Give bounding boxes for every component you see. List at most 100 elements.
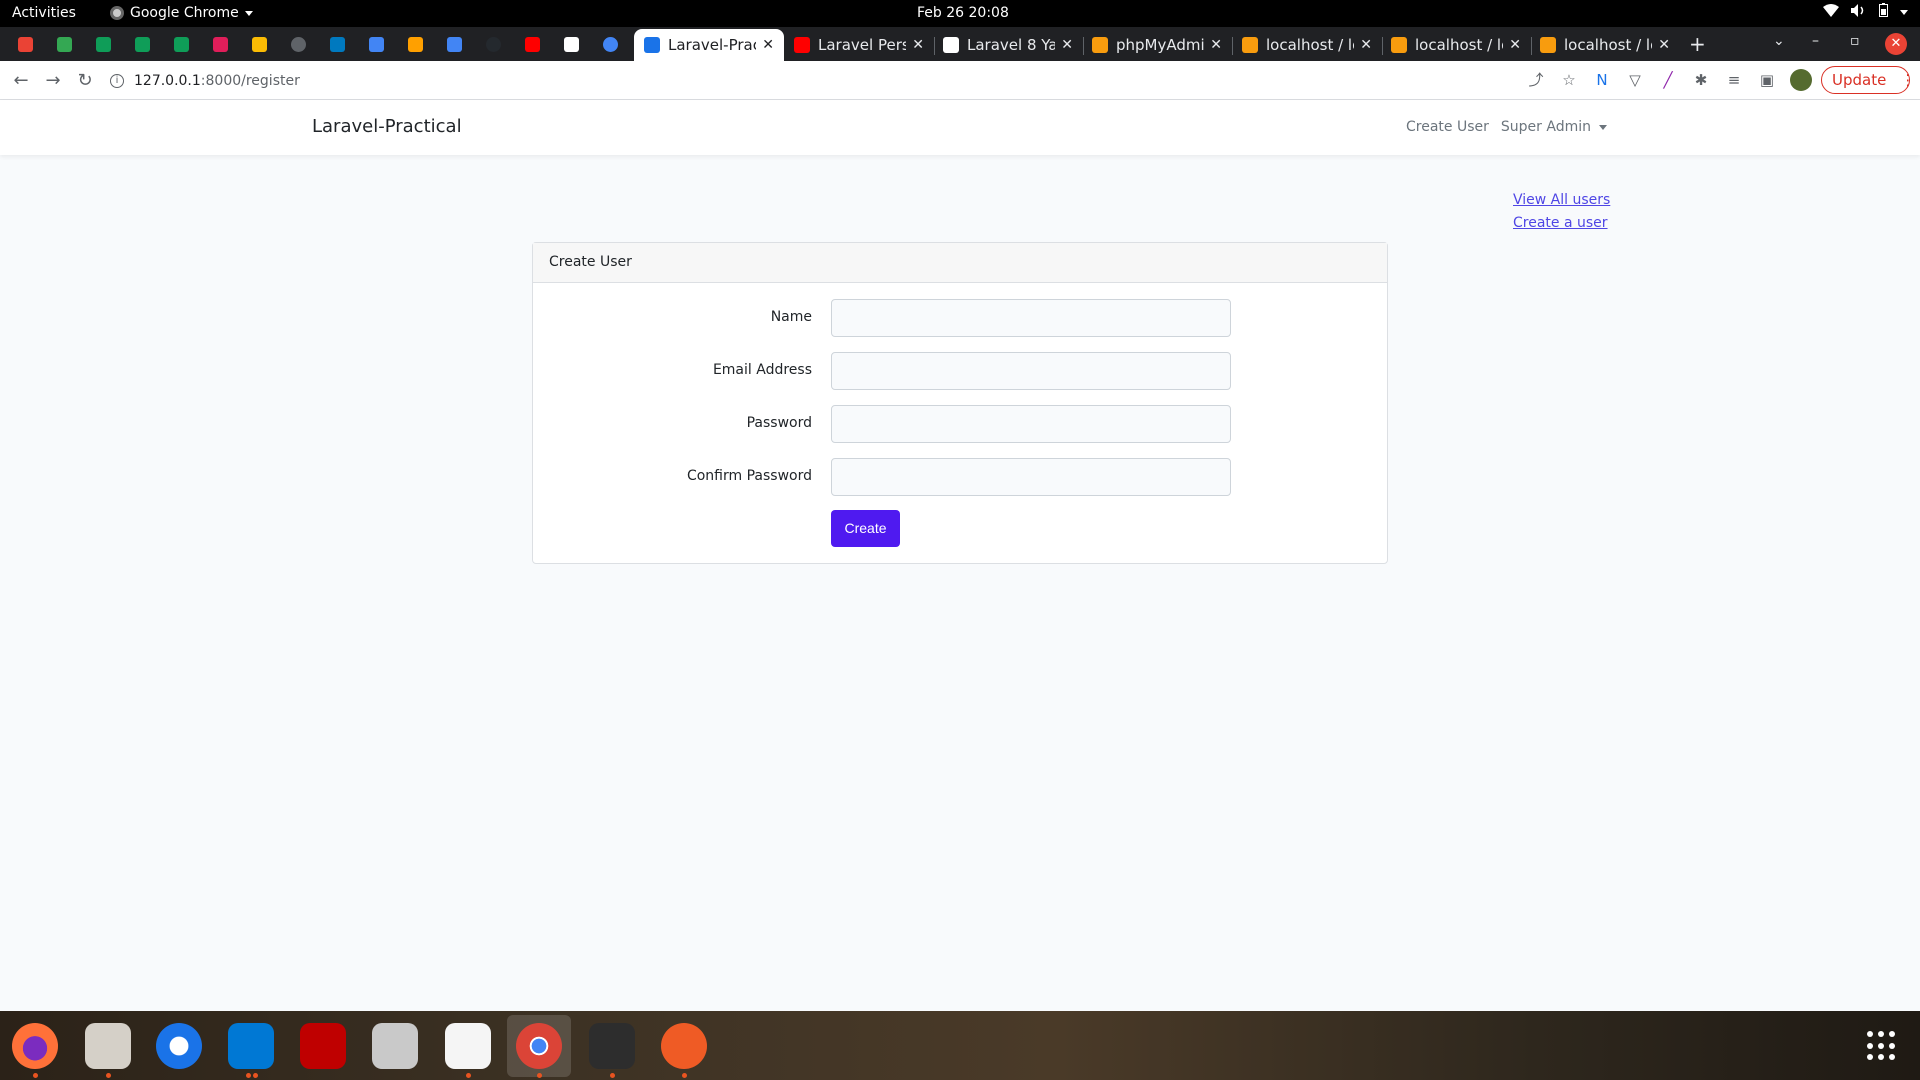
postman-icon[interactable] [661,1023,707,1069]
minimize-icon[interactable]: – [1812,33,1819,49]
create-user-card: Create User Name Email Address Password … [532,242,1388,564]
site-info-icon[interactable]: i [110,73,124,88]
chat-icon[interactable] [53,33,75,55]
github-icon[interactable] [287,33,309,55]
side-links: View All users Create a user [1513,189,1610,235]
app-menu-label: Google Chrome [130,5,239,21]
app-brand[interactable]: Laravel-Practical [312,116,462,137]
chromium-icon[interactable] [156,1023,202,1069]
firebase-icon[interactable] [404,33,426,55]
share-icon[interactable]: ⤴ [1526,70,1546,90]
tab-close-icon[interactable]: ✕ [1210,37,1222,53]
back-icon[interactable]: ← [8,68,34,94]
drive-icon[interactable] [365,33,387,55]
gmail-icon[interactable] [14,33,36,55]
pinned-tabs [14,33,621,55]
restore-icon[interactable]: ▫ [1850,33,1860,49]
address-bar[interactable]: i 127.0.0.1:8000/register [110,65,1510,96]
tab-favicon-icon [943,37,959,53]
reload-icon[interactable]: ↻ [72,68,98,94]
side-panel-icon[interactable]: ▣ [1757,70,1777,90]
wifi-icon [1823,3,1839,21]
tab-close-icon[interactable]: ✕ [1658,37,1670,53]
chrome-icon[interactable] [516,1023,562,1069]
tab-close-icon[interactable]: ✕ [1509,37,1521,53]
github-icon[interactable] [482,33,504,55]
confirm-password-input[interactable] [831,458,1231,496]
browser-tab[interactable]: localhost / lo ✕ [1381,29,1531,61]
forward-icon[interactable]: → [40,68,66,94]
extensions-puzzle-icon[interactable]: ✱ [1691,70,1711,90]
extension-v-icon[interactable]: ▽ [1625,70,1645,90]
drive-icon[interactable] [443,33,465,55]
tab-close-icon[interactable]: ✕ [912,37,924,53]
user-menu-dropdown[interactable]: Super Admin [1501,119,1607,135]
tab-search-icon[interactable]: ⌄ [1773,33,1785,49]
browser-tab[interactable]: localhost / lo ✕ [1530,29,1680,61]
tab-title: Laravel 8 Yajra [967,36,1056,54]
update-label: Update [1832,71,1887,89]
user-menu-label: Super Admin [1500,119,1591,135]
url-host: 127.0.0.1 [134,72,201,89]
create-button[interactable]: Create [831,510,900,547]
password-label: Password [746,415,812,431]
profile-avatar[interactable] [1790,69,1812,91]
sheets-icon[interactable] [92,33,114,55]
sheets-icon[interactable] [131,33,153,55]
image-viewer-icon[interactable] [372,1023,418,1069]
form-row-name: Name [533,299,1387,337]
bookmark-star-icon[interactable]: ☆ [1559,70,1579,90]
running-indicator [466,1073,471,1078]
app-menu[interactable]: Google Chrome [110,5,253,21]
tab-title: localhost / lo [1564,36,1653,54]
running-indicator [246,1073,251,1078]
browser-tab[interactable]: localhost / lo ✕ [1232,29,1382,61]
tab-close-icon[interactable]: ✕ [1061,37,1073,53]
sync-icon[interactable] [599,33,621,55]
browser-tab[interactable]: Laravel-Practical ✕ [634,29,784,61]
terminal-icon[interactable] [589,1023,635,1069]
email-input[interactable] [831,352,1231,390]
chrome-icon [110,6,124,20]
view-all-users-link[interactable]: View All users [1513,189,1610,212]
tab-favicon-icon [1391,37,1407,53]
system-tray[interactable] [1823,3,1908,21]
tab-favicon-icon [644,37,660,53]
sheets-icon[interactable] [170,33,192,55]
tab-title: phpMyAdmin [1116,36,1205,54]
show-apps-icon[interactable] [1867,1031,1897,1061]
nav-create-user[interactable]: Create User [1406,119,1489,135]
password-input[interactable] [831,405,1231,443]
slack-icon[interactable] [209,33,231,55]
youtube-icon[interactable] [521,33,543,55]
browser-tab[interactable]: Laravel 8 Yajra ✕ [933,29,1083,61]
clock[interactable]: Feb 26 20:08 [917,5,1009,21]
running-indicator [106,1073,111,1078]
keep-icon[interactable] [248,33,270,55]
files-icon[interactable] [85,1023,131,1069]
vscode-icon[interactable] [228,1023,274,1069]
text-editor-icon[interactable] [445,1023,491,1069]
trello-icon[interactable] [326,33,348,55]
extension-n-icon[interactable]: N [1592,70,1612,90]
firefox-icon[interactable] [12,1023,58,1069]
filezilla-icon[interactable] [300,1023,346,1069]
update-button[interactable]: Update ⋮ [1821,66,1915,94]
tab-title: localhost / lo [1266,36,1355,54]
media-control-icon[interactable]: ≡ [1724,70,1744,90]
browser-tab[interactable]: Laravel Persona ✕ [784,29,934,61]
card-title: Create User [533,243,1387,283]
close-window-icon[interactable]: ✕ [1885,33,1907,55]
new-tab-button[interactable]: + [1689,32,1706,56]
browser-tab[interactable]: phpMyAdmin ✕ [1082,29,1232,61]
app-icon[interactable] [560,33,582,55]
create-user-link[interactable]: Create a user [1513,212,1610,235]
confirm-password-label: Confirm Password [686,468,812,484]
running-indicator [33,1073,38,1078]
tab-close-icon[interactable]: ✕ [762,37,774,53]
tab-close-icon[interactable]: ✕ [1360,37,1372,53]
activities-button[interactable]: Activities [12,5,76,21]
volume-icon [1851,3,1867,21]
extension-pen-icon[interactable]: ╱ [1658,70,1678,90]
name-input[interactable] [831,299,1231,337]
